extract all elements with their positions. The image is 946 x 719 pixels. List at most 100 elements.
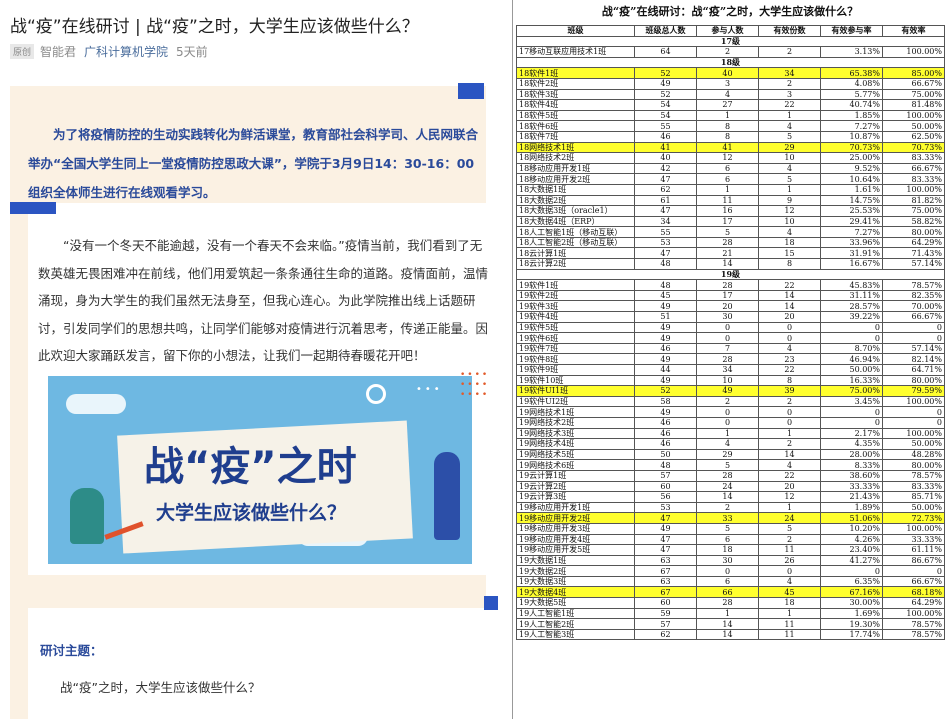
- value-cell: 30: [696, 554, 759, 567]
- class-name-cell: 19人工智能3班: [516, 628, 635, 641]
- value-cell: 5: [696, 226, 759, 238]
- value-cell: 34: [758, 67, 821, 79]
- value-cell: 61: [634, 194, 697, 207]
- value-cell: 82.14%: [882, 353, 945, 365]
- value-cell: 5: [758, 130, 821, 143]
- value-cell: 17: [696, 215, 759, 228]
- class-name-cell: 19软件8班: [516, 353, 635, 365]
- class-name-cell: 19软件10班: [516, 374, 635, 387]
- class-name-cell: 18大数据4班（ERP）: [516, 215, 635, 228]
- value-cell: 4.35%: [820, 438, 883, 450]
- value-cell: 64.71%: [882, 364, 945, 376]
- stats-panel: 战“疫”在线研讨：战“疫”之时，大学生应该做什么？ 班级 班级总人数 参与人数 …: [512, 0, 946, 719]
- table-row: 19人工智能1班 59 1 1 1.69% 100.00%: [516, 607, 945, 620]
- value-cell: 39.22%: [820, 311, 883, 323]
- table-row: 19大数据3班 63 6 4 6.35% 66.67%: [516, 575, 945, 588]
- value-cell: 83.33%: [882, 152, 945, 164]
- value-cell: 62: [634, 183, 697, 196]
- value-cell: 2: [758, 77, 821, 90]
- table-row: 19网络技术4班 46 4 2 4.35% 50.00%: [516, 438, 945, 450]
- value-cell: 61.11%: [882, 544, 945, 556]
- value-cell: 1: [758, 501, 821, 514]
- value-cell: 50.00%: [882, 438, 945, 450]
- class-name-cell: 19大数据3班: [516, 575, 635, 588]
- topic-text: 战“疫”之时，大学生应该做些什么？: [60, 680, 261, 695]
- table-row: 19网络技术1班 49 0 0 0 0: [516, 406, 945, 418]
- decor-bar-left: [10, 202, 56, 214]
- value-cell: 40.74%: [820, 99, 883, 111]
- group-label: 18级: [516, 56, 945, 69]
- value-cell: 57.14%: [882, 258, 945, 270]
- value-cell: 1.69%: [820, 607, 883, 620]
- class-name-cell: 18移动应用开发1班: [516, 162, 635, 175]
- value-cell: 0: [882, 565, 945, 577]
- value-cell: 19.30%: [820, 618, 883, 630]
- value-cell: 28: [696, 353, 759, 365]
- value-cell: 78.57%: [882, 618, 945, 630]
- value-cell: 64: [634, 46, 697, 58]
- value-cell: 100.00%: [882, 427, 945, 440]
- value-cell: 47: [634, 173, 697, 185]
- value-cell: 0: [758, 416, 821, 429]
- notice-text: 为了将疫情防控的生动实践转化为鲜活课堂，教育部社会科学司、人民网联合举办“全国大…: [28, 127, 479, 200]
- table-row: 19移动应用开发1班 53 2 1 1.89% 50.00%: [516, 501, 945, 514]
- class-name-cell: 19软件9班: [516, 364, 635, 376]
- table-row: 18网络技术2班 40 12 10 25.00% 83.33%: [516, 152, 945, 164]
- value-cell: 34: [634, 215, 697, 228]
- value-cell: 18: [696, 544, 759, 556]
- value-cell: 59: [634, 607, 697, 620]
- value-cell: 6: [696, 173, 759, 185]
- value-cell: 41: [634, 141, 697, 154]
- value-cell: 52: [634, 88, 697, 101]
- class-name-cell: 19网络技术1班: [516, 406, 635, 418]
- value-cell: 14.75%: [820, 194, 883, 207]
- author-name[interactable]: 智能君: [40, 43, 76, 60]
- dots-decor: •••: [416, 384, 443, 395]
- value-cell: 8: [758, 258, 821, 270]
- value-cell: 57: [634, 618, 697, 630]
- value-cell: 4.08%: [820, 77, 883, 90]
- value-cell: 3: [696, 77, 759, 90]
- value-cell: 78.57%: [882, 279, 945, 291]
- class-name-cell: 18云计算1班: [516, 247, 635, 260]
- value-cell: 49: [634, 300, 697, 313]
- value-cell: 9.52%: [820, 162, 883, 175]
- value-cell: 39: [758, 385, 821, 397]
- value-cell: 49: [634, 77, 697, 90]
- value-cell: 11: [758, 618, 821, 630]
- class-name-cell: 18软件7班: [516, 130, 635, 143]
- table-row: 19大数据1班 63 30 26 41.27% 86.67%: [516, 554, 945, 567]
- value-cell: 33: [696, 512, 759, 524]
- source-link[interactable]: 广科计算机学院: [84, 43, 168, 60]
- class-name-cell: 19移动应用开发3班: [516, 522, 635, 535]
- value-cell: 29: [758, 141, 821, 154]
- value-cell: 52: [634, 385, 697, 397]
- value-cell: 4: [758, 342, 821, 355]
- class-name-cell: 19软件4班: [516, 311, 635, 323]
- value-cell: 4: [758, 162, 821, 175]
- class-name-cell: 19大数据2班: [516, 565, 635, 577]
- class-name-cell: 18大数据3班（oracle1）: [516, 205, 635, 217]
- value-cell: 5.77%: [820, 88, 883, 101]
- value-cell: 62: [634, 628, 697, 641]
- class-name-cell: 19移动应用开发2班: [516, 512, 635, 524]
- value-cell: 50: [634, 448, 697, 461]
- value-cell: 48.28%: [882, 448, 945, 461]
- header-cell: 有效参与率: [820, 25, 883, 37]
- value-cell: 10: [758, 215, 821, 228]
- article-title[interactable]: 战“疫”在线研讨 | 战“疫”之时，大学生应该做些什么？: [10, 12, 419, 37]
- value-cell: 47: [634, 512, 697, 524]
- value-cell: 5: [696, 459, 759, 471]
- value-cell: 14: [696, 491, 759, 503]
- topic-label: 研讨主题：: [40, 643, 103, 658]
- group-row: 17级: [516, 35, 945, 48]
- value-cell: 53: [634, 501, 697, 514]
- group-row: 19级: [516, 268, 945, 281]
- value-cell: 64.29%: [882, 236, 945, 249]
- banner-title: 战“疫”之时: [144, 444, 357, 490]
- value-cell: 50.00%: [820, 364, 883, 376]
- class-name-cell: 19大数据1班: [516, 554, 635, 567]
- class-name-cell: 18软件2班: [516, 77, 635, 90]
- value-cell: 4.26%: [820, 533, 883, 546]
- value-cell: 71.43%: [882, 247, 945, 260]
